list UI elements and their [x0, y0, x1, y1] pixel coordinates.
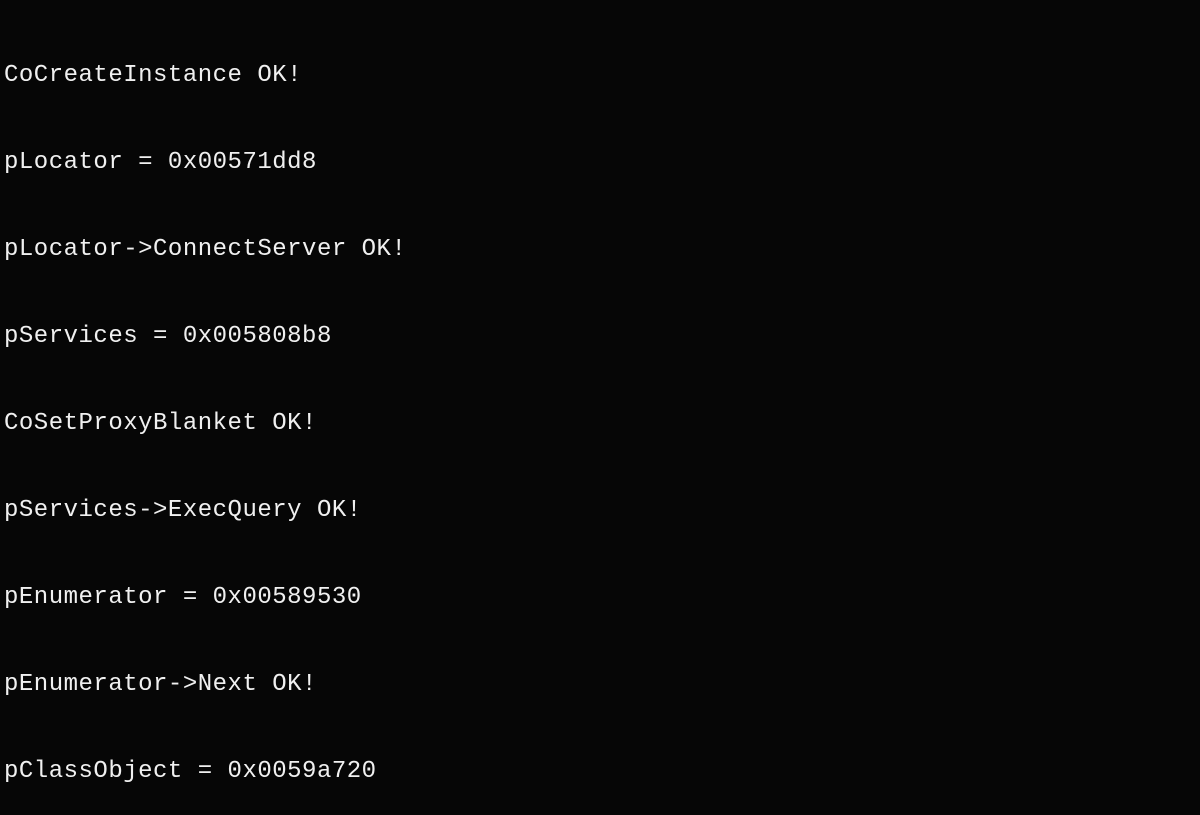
output-line: pLocator->ConnectServer OK!: [4, 236, 406, 263]
output-line: pEnumerator->Next OK!: [4, 671, 317, 698]
output-line: pServices = 0x005808b8: [4, 323, 332, 350]
output-line: CoSetProxyBlanket OK!: [4, 410, 317, 437]
output-line: pServices->ExecQuery OK!: [4, 497, 362, 524]
terminal-output: CoCreateInstance OK! pLocator = 0x00571d…: [0, 0, 1200, 815]
output-line: pLocator = 0x00571dd8: [4, 149, 317, 176]
output-line: CoCreateInstance OK!: [4, 62, 302, 89]
output-line: pClassObject = 0x0059a720: [4, 758, 377, 785]
output-line: pEnumerator = 0x00589530: [4, 584, 362, 611]
